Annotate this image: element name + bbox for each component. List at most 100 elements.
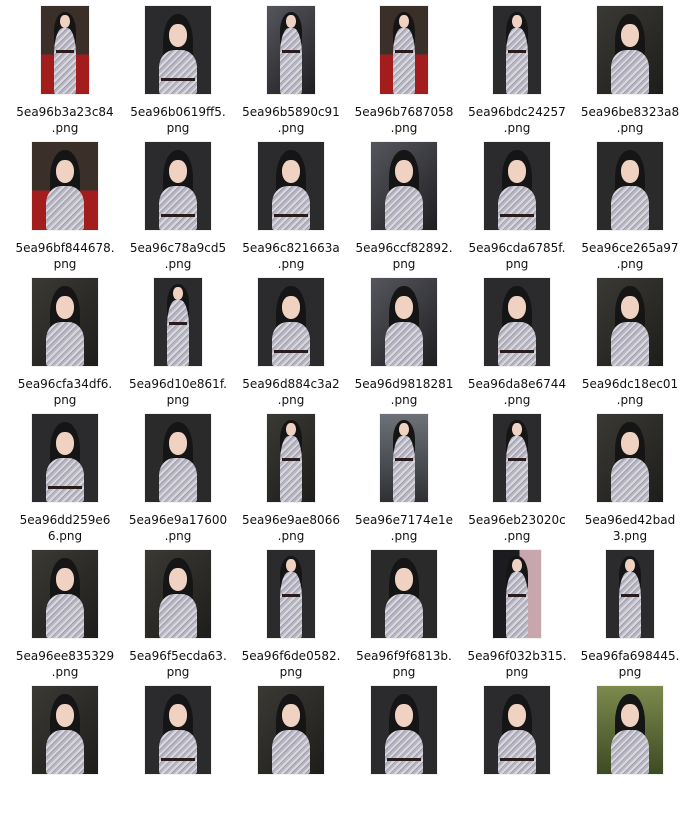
file-name-label: 5ea96e9a17600 .png	[123, 512, 233, 544]
face-shape	[395, 568, 413, 592]
file-item[interactable]: 5ea96be8323a8 .png	[575, 6, 685, 142]
image-thumbnail	[145, 6, 211, 94]
belt-shape	[282, 594, 300, 597]
image-thumbnail	[484, 142, 550, 230]
file-item[interactable]: 5ea96fa698445. png	[575, 550, 685, 686]
file-item[interactable]: 5ea96e7174e1e .png	[349, 414, 459, 550]
belt-shape	[282, 50, 300, 53]
file-name-line: 5ea96d9818281	[354, 377, 454, 391]
face-shape	[173, 287, 183, 300]
file-item[interactable]	[349, 686, 459, 822]
belt-shape	[282, 458, 300, 461]
file-name-label: 5ea96b3a23c84 .png	[10, 104, 120, 136]
face-shape	[621, 432, 639, 456]
file-item[interactable]: 5ea96f9f6813b. png	[349, 550, 459, 686]
file-item[interactable]	[10, 686, 120, 822]
file-item[interactable]	[123, 686, 233, 822]
file-item[interactable]: 5ea96b7687058 .png	[349, 6, 459, 142]
file-item[interactable]: 5ea96eb23020c .png	[462, 414, 572, 550]
dress-shape	[385, 594, 423, 638]
file-name-label: 5ea96ccf82892. png	[349, 240, 459, 272]
face-shape	[56, 704, 74, 728]
belt-shape	[395, 458, 413, 461]
file-name-line: 5ea96dc18ec01	[581, 377, 679, 391]
dress-shape	[611, 186, 649, 230]
file-name-line: 5ea96eb23020c	[468, 513, 566, 527]
file-name-line: 5ea96bdc24257	[468, 105, 566, 119]
file-name-line: png	[618, 665, 642, 679]
file-name-line: .png	[503, 393, 531, 407]
face-shape	[286, 559, 296, 572]
file-item[interactable]	[575, 686, 685, 822]
file-item[interactable]: 5ea96ed42bad 3.png	[575, 414, 685, 550]
belt-shape	[48, 486, 82, 489]
file-name-label: 5ea96ce265a97 .png	[575, 240, 685, 272]
dress-shape	[159, 458, 197, 502]
file-item[interactable]: 5ea96f5ecda63. png	[123, 550, 233, 686]
file-name-line: 5ea96be8323a8	[580, 105, 680, 119]
file-item[interactable]: 5ea96ce265a97 .png	[575, 142, 685, 278]
file-item[interactable]: 5ea96cda6785f. png	[462, 142, 572, 278]
face-shape	[282, 296, 300, 320]
belt-shape	[395, 50, 413, 53]
face-shape	[169, 704, 187, 728]
file-item[interactable]: 5ea96c821663a .png	[236, 142, 346, 278]
file-name-line: 5ea96ee835329	[15, 649, 115, 663]
image-thumbnail	[606, 550, 654, 638]
dress-shape	[46, 458, 84, 502]
file-name-line: .png	[277, 529, 305, 543]
file-item[interactable]: 5ea96b3a23c84 .png	[10, 6, 120, 142]
dress-shape	[385, 186, 423, 230]
file-name-label: 5ea96c78a9cd5 .png	[123, 240, 233, 272]
file-name-label: 5ea96d10e861f. png	[123, 376, 233, 408]
file-item[interactable]: 5ea96ee835329 .png	[10, 550, 120, 686]
file-item[interactable]: 5ea96b0619ff5. png	[123, 6, 233, 142]
file-item[interactable]: 5ea96ccf82892. png	[349, 142, 459, 278]
file-item[interactable]: 5ea96c78a9cd5 .png	[123, 142, 233, 278]
file-item[interactable]: 5ea96d9818281 .png	[349, 278, 459, 414]
file-name-line: 5ea96b7687058	[354, 105, 454, 119]
file-item[interactable]: 5ea96d10e861f. png	[123, 278, 233, 414]
file-name-line: 5ea96cfa34df6.	[17, 377, 113, 391]
file-name-line: 5ea96bf844678.	[15, 241, 115, 255]
file-item[interactable]	[236, 686, 346, 822]
file-name-line: 5ea96ed42bad	[584, 513, 676, 527]
file-item[interactable]: 5ea96e9ae8066 .png	[236, 414, 346, 550]
face-shape	[621, 296, 639, 320]
image-thumbnail	[371, 142, 437, 230]
image-thumbnail	[32, 142, 98, 230]
file-name-label: 5ea96d884c3a2 .png	[236, 376, 346, 408]
dress-shape	[159, 730, 197, 774]
dress-shape	[611, 458, 649, 502]
image-thumbnail	[597, 686, 663, 774]
file-name-label: 5ea96cfa34df6. png	[10, 376, 120, 408]
belt-shape	[56, 50, 74, 53]
file-item[interactable]: 5ea96dc18ec01 .png	[575, 278, 685, 414]
file-item[interactable]: 5ea96f032b315. png	[462, 550, 572, 686]
image-thumbnail	[597, 142, 663, 230]
dress-shape	[46, 186, 84, 230]
file-item[interactable]: 5ea96f6de0582. png	[236, 550, 346, 686]
file-name-line: 5ea96d10e861f.	[129, 377, 227, 391]
file-name-label: 5ea96be8323a8 .png	[575, 104, 685, 136]
file-item[interactable]: 5ea96dd259e6 6.png	[10, 414, 120, 550]
face-shape	[621, 704, 639, 728]
file-name-line: 5ea96f6de0582.	[241, 649, 341, 663]
file-item[interactable]: 5ea96e9a17600 .png	[123, 414, 233, 550]
file-item[interactable]	[462, 686, 572, 822]
file-item[interactable]: 5ea96b5890c91 .png	[236, 6, 346, 142]
file-item[interactable]: 5ea96bf844678. png	[10, 142, 120, 278]
belt-shape	[161, 78, 195, 81]
file-name-line: png	[505, 257, 529, 271]
dress-shape	[498, 322, 536, 366]
dress-shape	[272, 730, 310, 774]
file-name-line: .png	[616, 257, 644, 271]
file-item[interactable]: 5ea96d884c3a2 .png	[236, 278, 346, 414]
file-name-label: 5ea96b7687058 .png	[349, 104, 459, 136]
file-item[interactable]: 5ea96bdc24257 .png	[462, 6, 572, 142]
file-item[interactable]: 5ea96cfa34df6. png	[10, 278, 120, 414]
file-name-line: 5ea96ccf82892.	[355, 241, 453, 255]
image-thumbnail	[258, 278, 324, 366]
file-item[interactable]: 5ea96da8e6744 .png	[462, 278, 572, 414]
face-shape	[286, 15, 296, 28]
